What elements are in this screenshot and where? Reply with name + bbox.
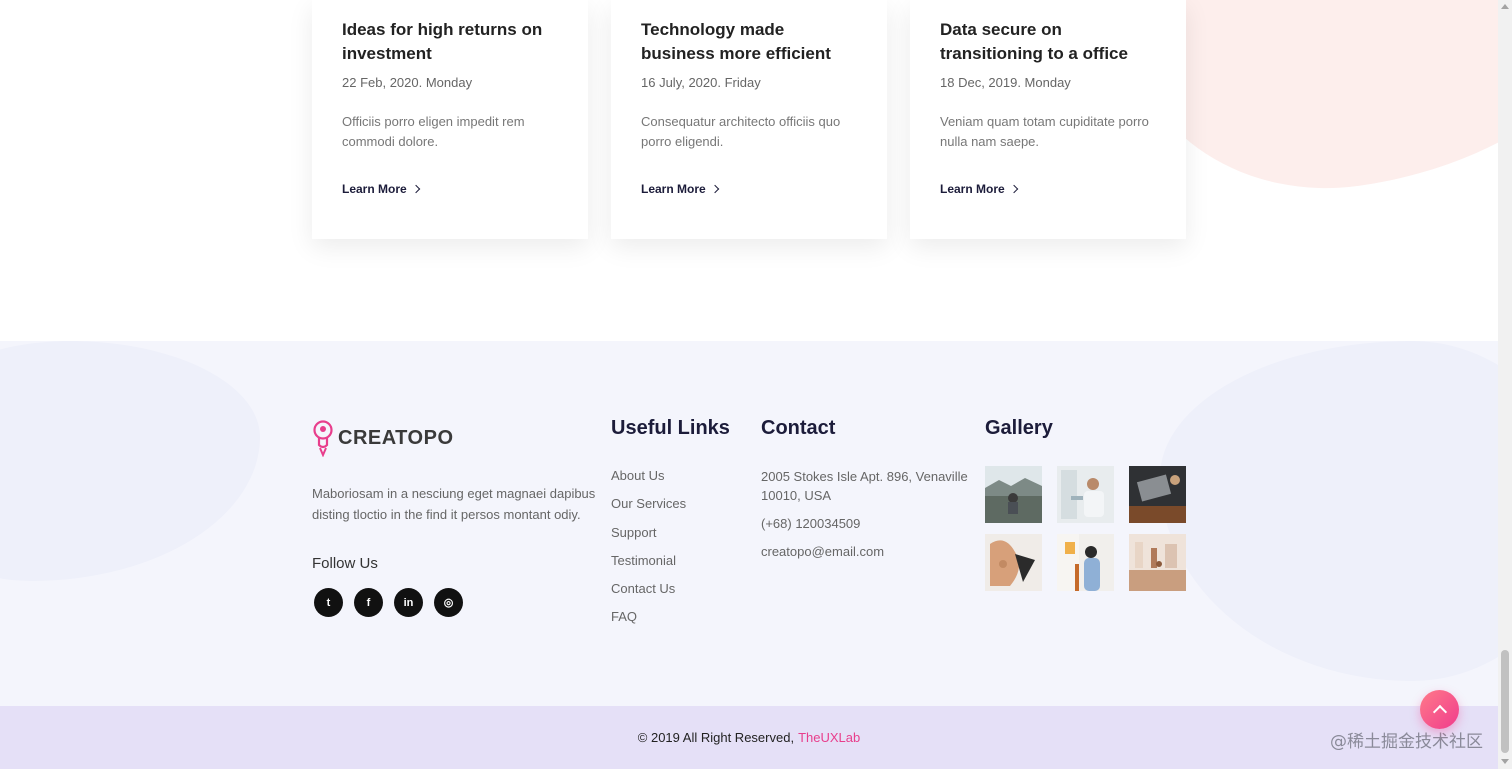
scroll-up-arrow-icon[interactable] (1501, 4, 1509, 9)
about-text: Maboriosam in a nesciung eget magnaei da… (312, 486, 596, 522)
twitter-glyph: t (326, 596, 331, 609)
gallery-photo-lake[interactable] (985, 466, 1042, 523)
watermark-text: @稀土掘金技术社区 (1330, 732, 1483, 752)
footer-link-support[interactable]: Support (611, 524, 686, 552)
copyright-bar: © 2019 All Right Reserved, TheUXLab (0, 706, 1498, 769)
logo[interactable]: CREATOPO (312, 419, 454, 457)
gallery-photo-office[interactable] (1057, 466, 1114, 523)
dribbble-icon[interactable]: ◎ (434, 588, 463, 617)
useful-links-list: About Us Our Services Support Testimonia… (611, 467, 686, 637)
gallery-grid (985, 466, 1186, 591)
linkedin-icon[interactable]: in (394, 588, 423, 617)
footer: CREATOPO Maboriosam in a nesciung eget m… (0, 341, 1498, 706)
decorative-blob (1160, 341, 1498, 681)
decorative-blob (0, 341, 260, 581)
copyright-brand-link[interactable]: TheUXLab (798, 730, 860, 745)
contact-phone[interactable]: (+68) 120034509 (761, 514, 971, 533)
footer-link-faq[interactable]: FAQ (611, 608, 686, 636)
card-title[interactable]: Ideas for high returns on investment (342, 18, 558, 66)
footer-link-our-services[interactable]: Our Services (611, 495, 686, 523)
gallery-photo-woman[interactable] (1057, 534, 1114, 591)
blog-section: Ideas for high returns on investment 22 … (0, 0, 1498, 341)
page: Ideas for high returns on investment 22 … (0, 0, 1512, 769)
linkedin-glyph: in (403, 596, 414, 609)
contact-heading: Contact (761, 417, 836, 439)
learn-more-label: Learn More (342, 182, 407, 196)
gallery-photo-hands[interactable] (985, 534, 1042, 591)
chevron-right-icon (1009, 184, 1018, 194)
card-title[interactable]: Technology made business more efficient (641, 18, 857, 66)
follow-us-heading: Follow Us (312, 555, 378, 572)
card-date: 22 Feb, 2020. Monday (342, 75, 473, 90)
back-to-top-button[interactable] (1420, 690, 1459, 729)
card-date: 16 July, 2020. Friday (641, 75, 761, 90)
social-links: t f in ◎ (314, 588, 463, 617)
copyright-text: © 2019 All Right Reserved, (637, 730, 795, 745)
card-excerpt: Consequatur architecto officiis quo porr… (641, 114, 841, 149)
footer-link-about-us[interactable]: About Us (611, 467, 686, 495)
blog-card: Data secure on transitioning to a office… (910, 0, 1186, 239)
logo-text: CREATOPO (338, 426, 454, 449)
card-title[interactable]: Data secure on transitioning to a office (940, 18, 1156, 66)
scroll-down-arrow-icon[interactable] (1501, 759, 1509, 764)
twitter-icon[interactable]: t (314, 588, 343, 617)
footer-link-contact-us[interactable]: Contact Us (611, 580, 686, 608)
lightbulb-logo-icon (313, 420, 333, 457)
facebook-icon[interactable]: f (354, 588, 383, 617)
arrow-up-icon (1432, 704, 1447, 720)
learn-more-label: Learn More (641, 182, 706, 196)
footer-link-testimonial[interactable]: Testimonial (611, 552, 686, 580)
contact-address: 2005 Stokes Isle Apt. 896, Venaville 100… (761, 469, 968, 503)
card-excerpt: Officiis porro eligen impedit rem commod… (342, 114, 525, 149)
useful-links-heading: Useful Links (611, 417, 730, 439)
facebook-glyph: f (366, 596, 371, 609)
contact-info: 2005 Stokes Isle Apt. 896, Venaville 100… (761, 467, 971, 570)
gallery-heading: Gallery (985, 417, 1053, 439)
learn-more-link[interactable]: Learn More (342, 182, 420, 196)
blog-card: Ideas for high returns on investment 22 … (312, 0, 588, 239)
chevron-right-icon (710, 184, 719, 194)
gallery-photo-laptop[interactable] (1129, 466, 1186, 523)
chevron-right-icon (411, 184, 420, 194)
card-excerpt: Veniam quam totam cupiditate porro nulla… (940, 114, 1149, 149)
card-date: 18 Dec, 2019. Monday (940, 75, 1071, 90)
learn-more-link[interactable]: Learn More (641, 182, 719, 196)
scrollbar[interactable] (1498, 0, 1512, 769)
gallery-photo-cafe[interactable] (1129, 534, 1186, 591)
dribbble-glyph: ◎ (443, 597, 454, 609)
learn-more-link[interactable]: Learn More (940, 182, 1018, 196)
contact-email[interactable]: creatopo@email.com (761, 542, 971, 561)
learn-more-label: Learn More (940, 182, 1005, 196)
scrollbar-thumb[interactable] (1501, 650, 1509, 753)
blog-card: Technology made business more efficient … (611, 0, 887, 239)
